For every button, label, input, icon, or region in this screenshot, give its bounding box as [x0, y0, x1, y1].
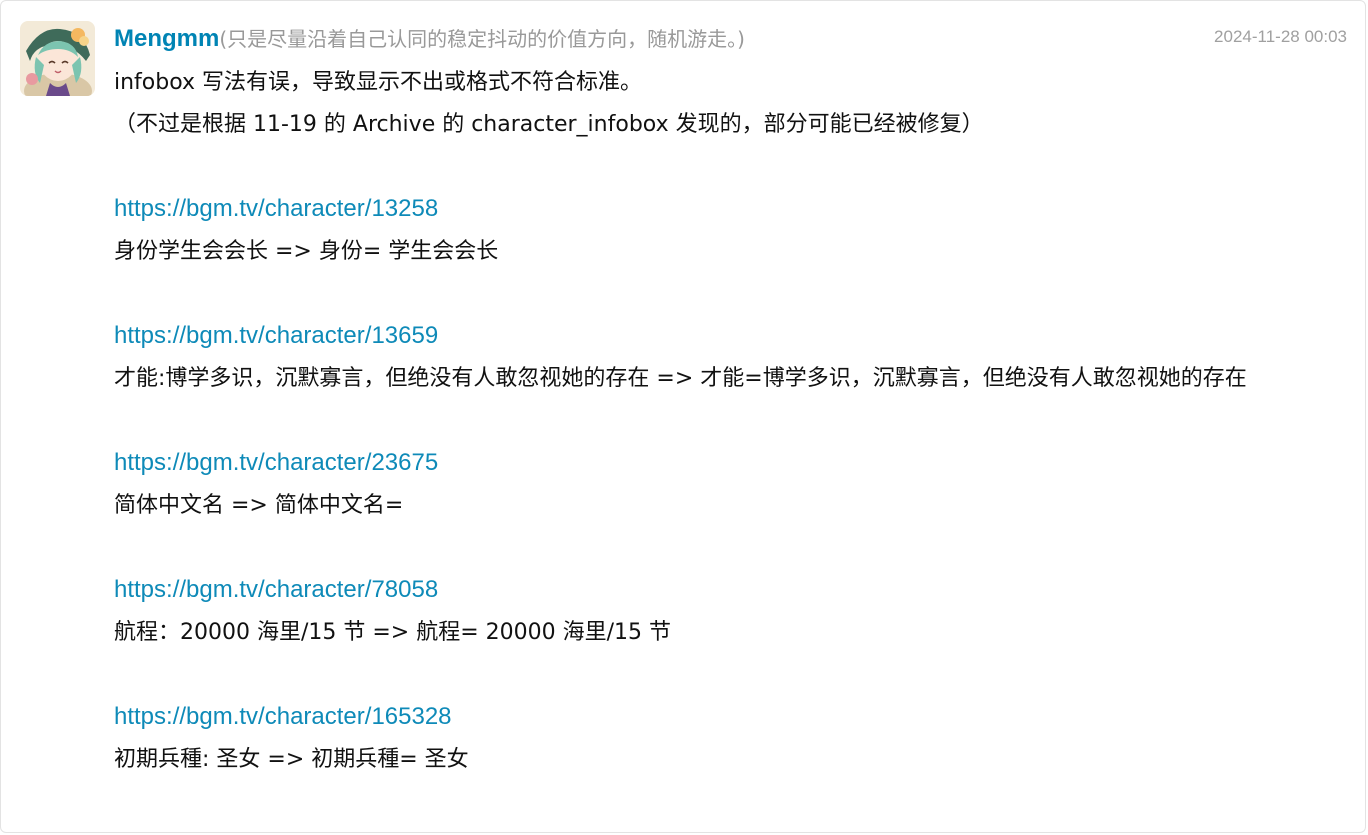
- character-link[interactable]: https://bgm.tv/character/23675: [114, 449, 438, 476]
- intro-line-2: （不过是根据 11-19 的 Archive 的 character_infob…: [114, 112, 984, 137]
- entry-4: https://bgm.tv/character/78058: [114, 569, 1349, 612]
- entry-fix-text: 才能:博学多识，沉默寡言，但绝没有人敢忽视她的存在 => 才能=博学多识，沉默寡…: [114, 366, 1247, 391]
- entry-fix-text: 简体中文名 => 简体中文名=: [114, 493, 404, 518]
- post-header: Mengmm(只是尽量沿着自己认同的稳定抖动的价值方向，随机游走。) 2024-…: [114, 23, 1347, 53]
- avatar[interactable]: [20, 21, 95, 96]
- entry-3: https://bgm.tv/character/23675: [114, 442, 1349, 485]
- post-content: infobox 写法有误，导致显示不出或格式不符合标准。 （不过是根据 11-1…: [114, 62, 1349, 781]
- entry-fix-text: 初期兵種: 圣女 => 初期兵種= 圣女: [114, 747, 469, 772]
- entry-2: https://bgm.tv/character/13659: [114, 315, 1349, 358]
- anime-character-avatar-icon: [20, 21, 95, 96]
- user-signature: (只是尽量沿着自己认同的稳定抖动的价值方向，随机游走。): [219, 27, 745, 51]
- username-link[interactable]: Mengmm: [114, 25, 219, 52]
- character-link[interactable]: https://bgm.tv/character/13659: [114, 322, 438, 349]
- entry-5: https://bgm.tv/character/165328: [114, 696, 1349, 739]
- character-link[interactable]: https://bgm.tv/character/13258: [114, 195, 438, 222]
- character-link[interactable]: https://bgm.tv/character/78058: [114, 576, 438, 603]
- entry-1: https://bgm.tv/character/13258: [114, 188, 1349, 231]
- comment-post: Mengmm(只是尽量沿着自己认同的稳定抖动的价值方向，随机游走。) 2024-…: [0, 0, 1366, 833]
- post-timestamp: 2024-11-28 00:03: [1214, 27, 1347, 46]
- entry-fix-text: 航程：20000 海里/15 节 => 航程= 20000 海里/15 节: [114, 620, 672, 645]
- entry-fix-text: 身份学生会会长 => 身份= 学生会会长: [114, 239, 499, 264]
- intro-line-1: infobox 写法有误，导致显示不出或格式不符合标准。: [114, 70, 643, 95]
- character-link[interactable]: https://bgm.tv/character/165328: [114, 703, 452, 730]
